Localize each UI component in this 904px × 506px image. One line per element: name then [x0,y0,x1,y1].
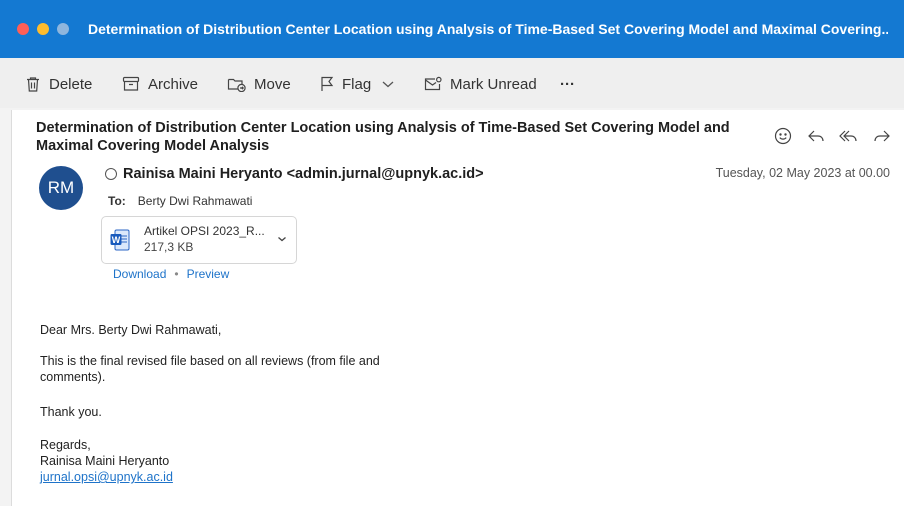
signature-name: Rainisa Maini Heryanto [40,454,170,468]
delete-label: Delete [49,75,93,93]
toolbar: Delete Archive Move Flag Mark Unread ··· [0,58,904,108]
attachment-size: 217,3 KB [144,240,194,254]
subject-line-2: Maximal Covering Model Analysis [36,138,270,154]
more-actions-button[interactable]: ··· [560,74,575,94]
move-label: Move [254,75,291,93]
chevron-down-icon[interactable] [277,235,287,243]
separator-dot: • [174,267,179,281]
delete-button[interactable]: Delete [25,74,92,94]
attachment-name: Artikel OPSI 2023_R... [144,224,265,238]
archive-button[interactable]: Archive [122,74,198,94]
window-title: Determination of Distribution Center Loc… [88,21,888,37]
recipient-name[interactable]: Berty Dwi Rahmawati [138,194,253,208]
move-button[interactable]: Move [227,74,291,94]
folder-move-icon [227,78,246,92]
body-line-1: This is the final revised file based on … [40,354,380,368]
download-link[interactable]: Download [113,267,166,281]
attachment-card[interactable]: W Artikel OPSI 2023_R... 217,3 KB [101,216,297,264]
preview-link[interactable]: Preview [187,267,230,281]
signature-email-link[interactable]: jurnal.opsi@upnyk.ac.id [40,469,173,485]
message-date: Tuesday, 02 May 2023 at 00.00 [715,166,890,180]
sender-row: Rainisa Maini Heryanto <admin.jurnal@upn… [105,166,484,182]
reply-icon[interactable] [806,126,826,146]
reading-pane: Determination of Distribution Center Loc… [11,110,904,506]
recipient-row: To: Berty Dwi Rahmawati [108,194,252,208]
emoji-reaction-icon[interactable] [773,126,793,146]
envelope-unread-icon [424,76,442,91]
to-label: To: [108,194,126,208]
regards-text: Regards, [40,438,91,452]
message-subject: Determination of Distribution Center Loc… [36,119,776,155]
mark-unread-label: Mark Unread [450,75,537,93]
chevron-down-icon[interactable] [381,79,395,89]
flag-icon [321,76,334,91]
archive-icon [122,76,140,91]
svg-text:W: W [112,235,121,245]
word-document-icon: W [110,229,130,251]
greeting-text: Dear Mrs. Berty Dwi Rahmawati, [40,323,222,337]
body-paragraph: This is the final revised file based on … [40,353,380,385]
minimize-window-button[interactable] [37,23,49,35]
archive-label: Archive [148,75,199,93]
sender-avatar: RM [39,166,83,210]
trash-icon [27,76,39,92]
subject-line-1: Determination of Distribution Center Loc… [36,120,730,136]
sender-name[interactable]: Rainisa Maini Heryanto <admin.jurnal@upn… [123,166,484,182]
forward-icon[interactable] [872,126,892,146]
flag-label: Flag [342,75,372,93]
thanks-text: Thank you. [40,405,102,419]
reply-all-icon[interactable] [839,126,859,146]
flag-button[interactable]: Flag [320,74,403,94]
attachment-actions: Download • Preview [113,267,229,281]
body-line-2: comments). [40,370,106,384]
message-actions [773,126,892,146]
zoom-window-button[interactable] [57,23,69,35]
unread-radio-icon[interactable] [105,168,117,180]
mark-unread-button[interactable]: Mark Unread [424,74,537,94]
signature-block: Regards, Rainisa Maini Heryanto jurnal.o… [40,437,173,485]
title-bar: Determination of Distribution Center Loc… [0,0,904,58]
close-window-button[interactable] [17,23,29,35]
